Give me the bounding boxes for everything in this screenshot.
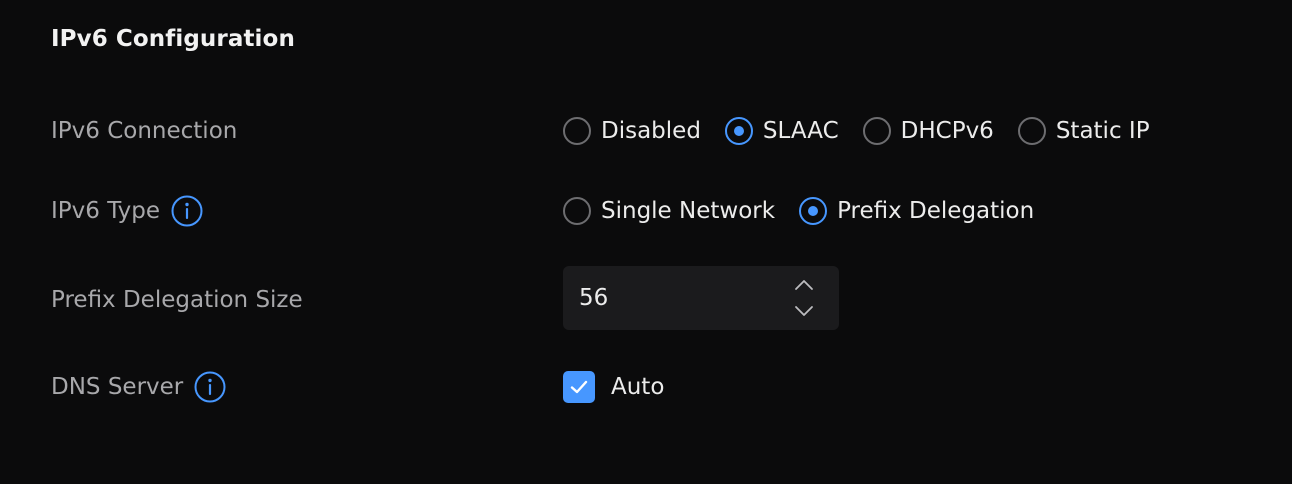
- radio-single-network[interactable]: Single Network: [563, 197, 775, 225]
- quantity-stepper: [793, 274, 815, 322]
- ipv6-type-label-text: IPv6 Type: [51, 198, 161, 224]
- dns-server-label: DNS Server: [51, 367, 226, 407]
- dns-server-label-text: DNS Server: [51, 374, 184, 400]
- radio-circle: [862, 117, 891, 145]
- dns-auto-checkbox[interactable]: [563, 371, 595, 403]
- dns-server-row: DNS Server Auto: [0, 367, 1292, 407]
- ipv6-type-label: IPv6 Type: [51, 191, 203, 231]
- prefix-delegation-size-value: 56: [579, 285, 609, 311]
- radio-label: Static IP: [1055, 118, 1150, 144]
- radio-circle: [563, 197, 591, 225]
- radio-circle-selected: [799, 197, 828, 225]
- radio-label: SLAAC: [762, 118, 839, 144]
- prefix-delegation-size-label: Prefix Delegation Size: [51, 280, 303, 320]
- ipv6-connection-label-text: IPv6 Connection: [51, 118, 238, 144]
- ipv6-connection-row: IPv6 Connection Disabled SLAAC DHCPv6 St…: [0, 111, 1292, 151]
- prefix-delegation-size-row: Prefix Delegation Size 56: [0, 266, 1292, 330]
- info-icon[interactable]: [194, 371, 226, 403]
- section-title: IPv6 Configuration: [51, 26, 295, 52]
- radio-circle: [1017, 117, 1046, 145]
- ipv6-configuration-panel: IPv6 Configuration IPv6 Connection Disab…: [0, 0, 1292, 484]
- ipv6-type-radio-group: Single Network Prefix Delegation: [563, 191, 1058, 231]
- radio-static-ip[interactable]: Static IP: [1017, 117, 1150, 145]
- radio-prefix-delegation[interactable]: Prefix Delegation: [799, 197, 1034, 225]
- ipv6-type-row: IPv6 Type Single Network Prefix Delegati…: [0, 191, 1292, 231]
- checkmark-icon: [570, 380, 588, 394]
- info-icon[interactable]: [171, 195, 203, 227]
- radio-dhcpv6[interactable]: DHCPv6: [862, 117, 994, 145]
- prefix-delegation-size-label-text: Prefix Delegation Size: [51, 287, 303, 313]
- dns-auto-label: Auto: [611, 374, 665, 400]
- radio-label: DHCPv6: [900, 118, 994, 144]
- radio-circle-selected: [724, 117, 753, 145]
- dns-auto-control: Auto: [563, 367, 664, 407]
- radio-label: Single Network: [601, 198, 776, 224]
- radio-slaac[interactable]: SLAAC: [724, 117, 839, 145]
- chevron-down-icon[interactable]: [793, 300, 815, 322]
- ipv6-connection-radio-group: Disabled SLAAC DHCPv6 Static IP: [563, 111, 1174, 151]
- prefix-delegation-size-input[interactable]: 56: [563, 266, 839, 330]
- ipv6-connection-label: IPv6 Connection: [51, 111, 237, 151]
- radio-circle: [563, 117, 591, 145]
- radio-disabled[interactable]: Disabled: [563, 117, 701, 145]
- radio-label: Prefix Delegation: [837, 198, 1035, 224]
- chevron-up-icon[interactable]: [793, 274, 815, 296]
- radio-label: Disabled: [601, 118, 701, 144]
